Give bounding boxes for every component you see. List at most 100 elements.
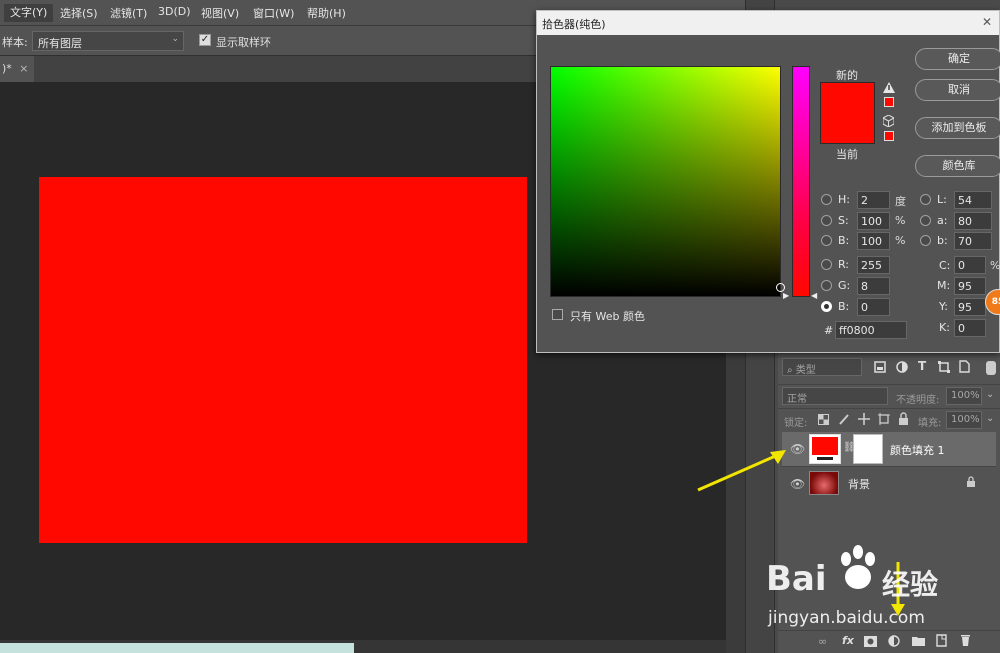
color-libraries-button[interactable]: 颜色库	[915, 155, 1000, 177]
adjustment-filter-icon[interactable]	[896, 361, 908, 373]
blue-input[interactable]: 0	[857, 298, 890, 316]
b-radio[interactable]	[821, 235, 832, 246]
gamut-warning-icon[interactable]	[883, 82, 895, 93]
slider-handle-left-icon[interactable]: ▶	[783, 291, 789, 300]
new-group-icon[interactable]	[912, 635, 925, 646]
dialog-title-bar[interactable]: 拾色器(纯色) ✕	[537, 11, 999, 35]
a-radio[interactable]	[920, 215, 931, 226]
watermark-brand-2: 经验	[882, 568, 939, 601]
lab-b-radio[interactable]	[920, 235, 931, 246]
layer-name[interactable]: 背景	[848, 476, 870, 492]
g-input[interactable]: 8	[857, 277, 890, 295]
type-filter-icon[interactable]: T	[918, 359, 926, 373]
layer-row-background[interactable]: 👁 背景	[782, 466, 996, 500]
filter-toggle[interactable]	[986, 361, 996, 375]
layer-kind-filter[interactable]: ⌕ 类型	[782, 358, 862, 376]
watermark-brand: Bai	[766, 559, 827, 599]
web-only-checkbox[interactable]	[552, 309, 563, 320]
close-tab-icon[interactable]: ×	[19, 62, 28, 75]
layer-thumbnail[interactable]	[809, 434, 841, 464]
cancel-button[interactable]: 取消	[915, 79, 1000, 101]
sample-select[interactable]: 所有图层 ⌄	[32, 31, 184, 51]
menu-select[interactable]: 选择(S)	[60, 5, 98, 21]
hex-label: #	[824, 324, 834, 337]
layer-mask-thumbnail[interactable]	[853, 434, 883, 464]
r-value: 255	[861, 259, 882, 272]
blue-radio-selected[interactable]	[821, 301, 832, 312]
c-input[interactable]: 0	[954, 256, 986, 274]
m-input[interactable]: 95	[954, 277, 986, 295]
a-input[interactable]: 80	[954, 212, 992, 230]
blend-mode-select[interactable]: 正常	[782, 387, 888, 405]
document-canvas[interactable]	[39, 177, 527, 543]
close-icon[interactable]: ✕	[979, 15, 995, 31]
paw-logo-icon	[841, 545, 875, 589]
layer-name[interactable]: 颜色填充 1	[890, 442, 945, 458]
fill-swatch	[812, 437, 838, 455]
opacity-input[interactable]: 100%	[946, 387, 982, 405]
color-field[interactable]	[550, 66, 785, 297]
new-layer-icon[interactable]	[936, 634, 947, 647]
blue-value: 0	[861, 301, 868, 314]
r-input[interactable]: 255	[857, 256, 890, 274]
slider-handle-right-icon[interactable]: ◀	[811, 291, 817, 300]
s-input[interactable]: 100	[857, 212, 890, 230]
lock-all-icon[interactable]	[898, 412, 909, 425]
badge: 85	[985, 289, 1000, 315]
l-radio[interactable]	[920, 194, 931, 205]
lock-position-icon[interactable]	[858, 413, 870, 425]
h-input[interactable]: 2	[857, 191, 890, 209]
web-safe-cube-icon[interactable]	[883, 115, 894, 127]
chevron-down-icon[interactable]: ⌄	[986, 413, 994, 424]
hue-slider[interactable]	[792, 66, 810, 297]
smart-object-filter-icon[interactable]	[958, 360, 970, 373]
k-input[interactable]: 0	[954, 319, 986, 337]
k-label: K:	[939, 321, 950, 334]
add-mask-icon[interactable]	[864, 636, 877, 647]
menu-window[interactable]: 窗口(W)	[253, 5, 294, 21]
background-thumbnail[interactable]	[809, 471, 839, 495]
b-input[interactable]: 100	[857, 232, 890, 250]
menu-filter[interactable]: 滤镜(T)	[110, 5, 147, 21]
r-radio[interactable]	[821, 259, 832, 270]
fill-input[interactable]: 100%	[946, 411, 982, 429]
degree-unit: 度	[895, 195, 906, 208]
gamut-swatch[interactable]	[884, 97, 894, 107]
document-tab-label: )*	[2, 62, 12, 75]
document-tab[interactable]: )* ×	[0, 56, 34, 82]
layer-row-color-fill[interactable]: 👁 ⛓ 颜色填充 1	[782, 432, 996, 466]
chevron-down-icon[interactable]: ⌄	[986, 389, 994, 400]
sample-label: 样本:	[2, 36, 28, 49]
delete-layer-icon[interactable]	[960, 634, 971, 647]
m-label: M:	[937, 279, 951, 292]
menu-view[interactable]: 视图(V)	[201, 5, 239, 21]
pixel-filter-icon[interactable]	[874, 361, 886, 373]
new-color-label: 新的	[836, 69, 858, 82]
web-safe-swatch[interactable]	[884, 131, 894, 141]
l-input[interactable]: 54	[954, 191, 992, 209]
ok-button[interactable]: 确定	[915, 48, 1000, 70]
show-ring-checkbox[interactable]: ✓	[199, 34, 211, 46]
b-label: B:	[838, 234, 850, 247]
lock-image-icon[interactable]	[838, 413, 850, 425]
new-current-swatch	[820, 82, 875, 144]
lock-icon	[967, 476, 975, 487]
add-to-swatches-button[interactable]: 添加到色板	[915, 117, 1000, 139]
menu-3d[interactable]: 3D(D)	[158, 5, 191, 18]
s-radio[interactable]	[821, 215, 832, 226]
fx-icon[interactable]: fx	[842, 634, 854, 647]
new-adjustment-icon[interactable]	[888, 635, 900, 647]
y-input[interactable]: 95	[954, 298, 986, 316]
link-layers-icon[interactable]: ∞	[818, 635, 827, 648]
g-radio[interactable]	[821, 280, 832, 291]
lab-b-input[interactable]: 70	[954, 232, 992, 250]
hex-input[interactable]: ff0800	[835, 321, 907, 339]
h-radio[interactable]	[821, 194, 832, 205]
menu-help[interactable]: 帮助(H)	[307, 5, 346, 21]
web-only-label: 只有 Web 颜色	[570, 310, 645, 323]
lock-transparent-icon[interactable]	[818, 414, 829, 425]
menu-text[interactable]: 文字(Y)	[4, 4, 54, 22]
lock-artboard-icon[interactable]	[878, 413, 890, 425]
shape-filter-icon[interactable]	[938, 361, 950, 373]
m-value: 95	[958, 280, 972, 293]
